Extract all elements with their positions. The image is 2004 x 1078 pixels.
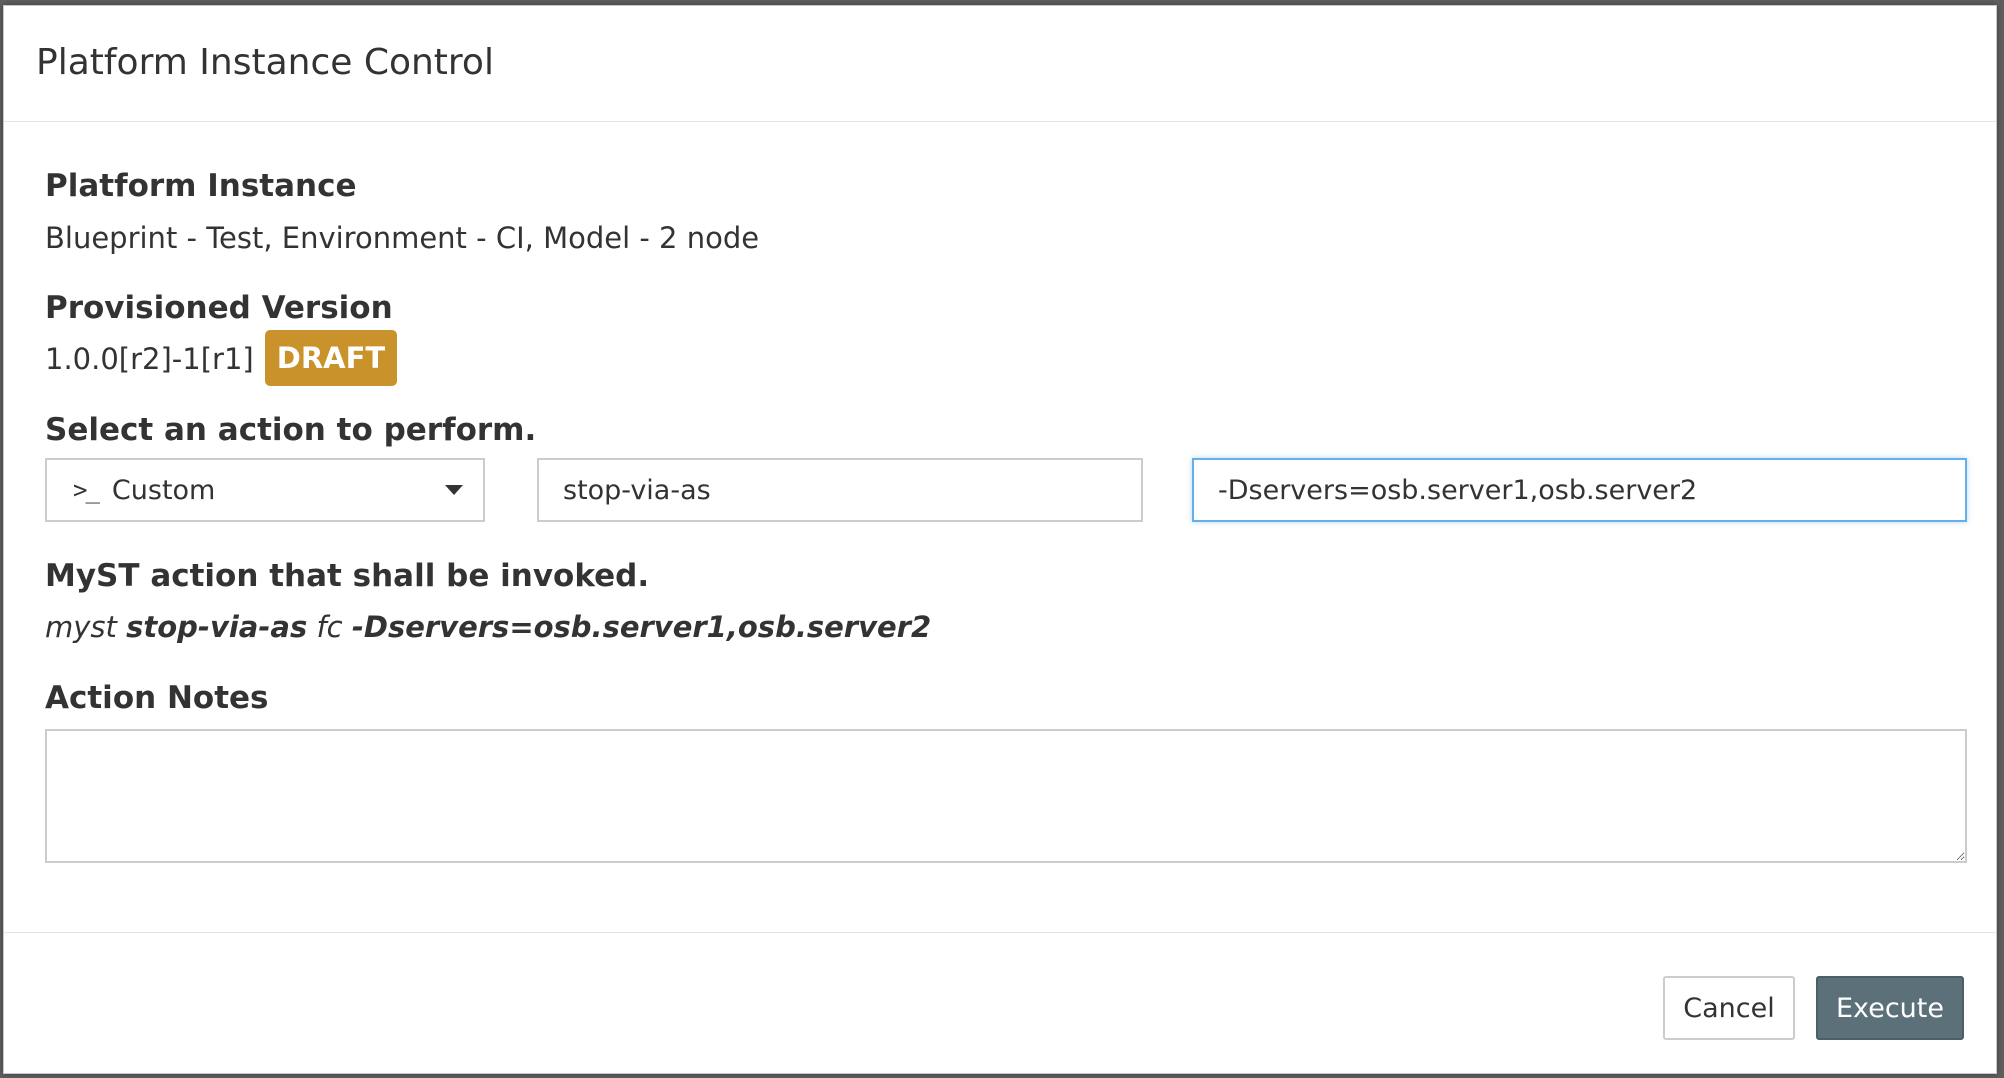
invocation-target: fc [316,610,343,644]
select-action-label: Select an action to perform. [45,412,537,448]
platform-instance-label: Platform Instance [45,168,357,204]
cancel-button[interactable]: Cancel [1663,976,1795,1040]
provisioned-version-label: Provisioned Version [45,290,393,326]
dialog-title: Platform Instance Control [36,42,494,83]
execute-button[interactable]: Execute [1816,976,1964,1040]
provisioned-version-value: 1.0.0[r2]-1[r1] [45,342,254,376]
draft-status-badge: DRAFT [265,330,397,386]
platform-instance-value: Blueprint - Test, Environment - CI, Mode… [45,221,760,255]
invocation-action: stop-via-as [126,610,308,644]
action-notes-textarea[interactable] [45,729,1967,863]
action-notes-label: Action Notes [45,680,269,716]
action-parameters-input[interactable] [1192,458,1967,522]
terminal-icon: >_ [73,476,100,504]
invocation-command: myst stop-via-as fc -Dservers=osb.server… [45,610,931,644]
chevron-down-icon [445,485,463,495]
dialog-footer: Cancel Execute [4,932,1996,1073]
platform-instance-control-dialog: Platform Instance Control Platform Insta… [3,5,1997,1074]
action-type-selected-value: Custom [111,474,216,506]
invocation-label: MyST action that shall be invoked. [45,558,650,594]
action-type-select[interactable]: >_ Custom [45,458,485,522]
invocation-params: -Dservers=osb.server1,osb.server2 [351,610,932,644]
dialog-header: Platform Instance Control [4,6,1996,122]
action-name-input[interactable] [537,458,1143,522]
invocation-cmd: myst [45,610,117,644]
